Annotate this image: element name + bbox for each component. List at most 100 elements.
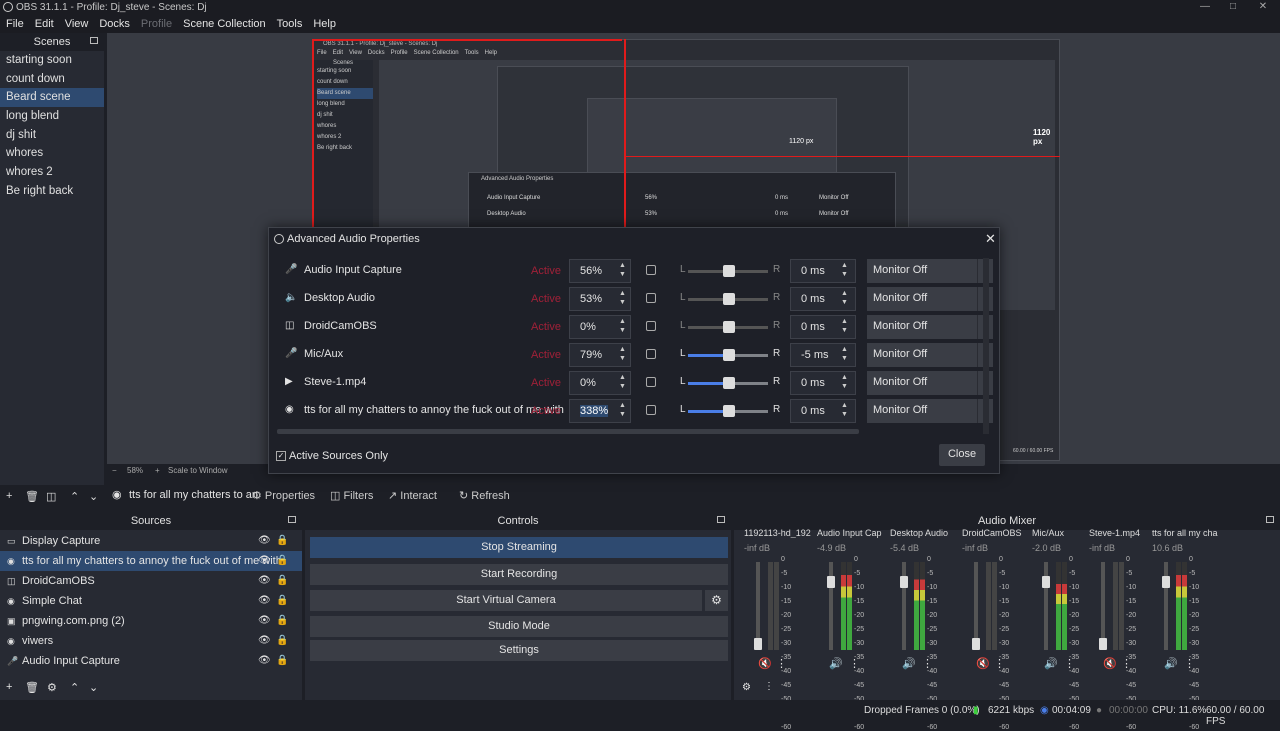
move-up-icon[interactable]: ⌃ bbox=[70, 490, 79, 503]
sync-spinner-icon[interactable]: ▲ ▼ bbox=[841, 401, 848, 419]
mono-checkbox[interactable] bbox=[646, 377, 656, 387]
volume-spinner-icon[interactable]: ▲ ▼ bbox=[619, 373, 626, 391]
undock-icon[interactable] bbox=[717, 516, 725, 523]
volume-track[interactable] bbox=[756, 562, 760, 650]
menu-tools[interactable]: Tools bbox=[277, 18, 303, 30]
scene-item-selected[interactable]: Beard scene bbox=[0, 88, 104, 108]
channel-menu-icon[interactable]: ⋮ bbox=[1184, 657, 1195, 670]
menu-view[interactable]: View bbox=[65, 18, 89, 30]
volume-fader[interactable] bbox=[900, 576, 908, 588]
visibility-eye-icon[interactable]: 👁 bbox=[258, 611, 271, 631]
move-down-icon[interactable]: ⌄ bbox=[89, 490, 98, 503]
mono-checkbox[interactable] bbox=[646, 405, 656, 415]
source-item[interactable]: 🎤 Audio Input Capture 👁 🔒 bbox=[0, 651, 302, 671]
muted-speaker-icon[interactable]: 🔇 bbox=[1103, 657, 1117, 670]
visibility-eye-icon[interactable]: 👁 bbox=[258, 591, 271, 611]
volume-spinner-icon[interactable]: ▲ ▼ bbox=[619, 289, 626, 307]
scene-item[interactable]: Be right back bbox=[0, 182, 104, 201]
volume-fader[interactable] bbox=[1162, 576, 1170, 588]
volume-fader[interactable] bbox=[827, 576, 835, 588]
channel-menu-icon[interactable]: ⋮ bbox=[1121, 657, 1132, 670]
sync-spinner-icon[interactable]: ▲ ▼ bbox=[841, 289, 848, 307]
balance-slider-handle[interactable] bbox=[723, 349, 735, 361]
lock-icon[interactable]: 🔒 bbox=[276, 591, 288, 611]
maximize-icon[interactable]: □ bbox=[1218, 0, 1248, 15]
close-button[interactable]: Close bbox=[939, 444, 985, 466]
dialog-close-icon[interactable]: ✕ bbox=[985, 231, 996, 247]
channel-menu-icon[interactable]: ⋮ bbox=[922, 657, 933, 670]
volume-spinner-icon[interactable]: ▲ ▼ bbox=[619, 261, 626, 279]
lock-icon[interactable]: 🔒 bbox=[276, 531, 288, 551]
active-only-checkbox[interactable]: ✓ bbox=[276, 451, 286, 461]
balance-slider-handle[interactable] bbox=[723, 321, 735, 333]
speaker-icon[interactable]: 🔊 bbox=[829, 657, 843, 670]
speaker-icon[interactable]: 🔊 bbox=[902, 657, 916, 670]
channel-menu-icon[interactable]: ⋮ bbox=[1064, 657, 1075, 670]
mono-checkbox[interactable] bbox=[646, 349, 656, 359]
volume-track[interactable] bbox=[974, 562, 978, 650]
mono-checkbox[interactable] bbox=[646, 265, 656, 275]
monitor-select[interactable]: Monitor Off▼ bbox=[867, 371, 993, 395]
zoom-in-icon[interactable]: + bbox=[155, 466, 160, 475]
volume-track[interactable] bbox=[1101, 562, 1105, 650]
close-window-icon[interactable]: ✕ bbox=[1248, 0, 1278, 15]
volume-spinner-icon[interactable]: ▲ ▼ bbox=[619, 401, 626, 419]
remove-scene-icon[interactable]: 🗑 bbox=[25, 490, 39, 503]
scene-item[interactable]: starting soon bbox=[0, 51, 104, 70]
filters-button[interactable]: ◫ Filters bbox=[330, 489, 373, 502]
mono-checkbox[interactable] bbox=[646, 321, 656, 331]
scene-item[interactable]: count down bbox=[0, 70, 104, 89]
volume-fader[interactable] bbox=[972, 638, 980, 650]
volume-fader[interactable] bbox=[1099, 638, 1107, 650]
studio-mode-button[interactable]: Studio Mode bbox=[310, 616, 728, 637]
scene-item[interactable]: dj shit bbox=[0, 126, 104, 145]
monitor-select[interactable]: Monitor Off▼ bbox=[867, 399, 993, 423]
source-item[interactable]: ◫ DroidCamOBS 👁 🔒 bbox=[0, 571, 302, 591]
sync-spinner-icon[interactable]: ▲ ▼ bbox=[841, 261, 848, 279]
channel-menu-icon[interactable]: ⋮ bbox=[849, 657, 860, 670]
source-item[interactable]: ▭ Display Capture 👁 🔒 bbox=[0, 531, 302, 551]
balance-slider-handle[interactable] bbox=[723, 293, 735, 305]
channel-menu-icon[interactable]: ⋮ bbox=[776, 657, 787, 670]
add-source-icon[interactable]: + bbox=[6, 681, 12, 693]
channel-menu-icon[interactable]: ⋮ bbox=[994, 657, 1005, 670]
sync-spinner-icon[interactable]: ▲ ▼ bbox=[841, 373, 848, 391]
monitor-select[interactable]: Monitor Off▼ bbox=[867, 287, 993, 311]
scale-mode-select[interactable]: Scale to Window bbox=[168, 466, 228, 475]
scene-item[interactable]: whores 2 bbox=[0, 163, 104, 182]
sync-spinner-icon[interactable]: ▲ ▼ bbox=[841, 317, 848, 335]
monitor-select[interactable]: Monitor Off▼ bbox=[867, 343, 993, 367]
scene-item[interactable]: whores bbox=[0, 144, 104, 163]
muted-speaker-icon[interactable]: 🔇 bbox=[758, 657, 772, 670]
scene-filters-icon[interactable]: ◫ bbox=[46, 490, 56, 503]
muted-speaker-icon[interactable]: 🔇 bbox=[976, 657, 990, 670]
move-down-icon[interactable]: ⌄ bbox=[89, 681, 98, 694]
virtual-camera-settings-icon[interactable]: ⚙ bbox=[705, 590, 728, 611]
lock-icon[interactable]: 🔒 bbox=[276, 571, 288, 591]
menu-edit[interactable]: Edit bbox=[35, 18, 54, 30]
lock-icon[interactable]: 🔒 bbox=[276, 651, 288, 671]
menu-file[interactable]: File bbox=[6, 18, 24, 30]
mixer-menu-icon[interactable]: ⋮ bbox=[764, 681, 774, 692]
lock-icon[interactable]: 🔒 bbox=[276, 631, 288, 651]
volume-fader[interactable] bbox=[1042, 576, 1050, 588]
speaker-icon[interactable]: 🔊 bbox=[1044, 657, 1058, 670]
monitor-select[interactable]: Monitor Off▼ bbox=[867, 259, 993, 283]
speaker-icon[interactable]: 🔊 bbox=[1164, 657, 1178, 670]
volume-spinner-icon[interactable]: ▲ ▼ bbox=[619, 317, 626, 335]
sync-spinner-icon[interactable]: ▲ ▼ bbox=[841, 345, 848, 363]
source-item[interactable]: ▣ pngwing.com.png (2) 👁 🔒 bbox=[0, 611, 302, 631]
menu-docks[interactable]: Docks bbox=[99, 18, 130, 30]
start-virtual-camera-button[interactable]: Start Virtual Camera bbox=[310, 590, 702, 611]
menu-scene-collection[interactable]: Scene Collection bbox=[183, 18, 266, 30]
horizontal-scrollbar[interactable] bbox=[277, 429, 859, 434]
monitor-select[interactable]: Monitor Off▼ bbox=[867, 315, 993, 339]
menu-profile[interactable]: Profile bbox=[141, 18, 172, 30]
balance-slider-handle[interactable] bbox=[723, 265, 735, 277]
add-scene-icon[interactable]: + bbox=[6, 490, 12, 502]
start-recording-button[interactable]: Start Recording bbox=[310, 564, 728, 585]
move-up-icon[interactable]: ⌃ bbox=[70, 681, 79, 694]
properties-button[interactable]: ⚙ Properties bbox=[252, 489, 315, 502]
balance-slider-handle[interactable] bbox=[723, 405, 735, 417]
stop-streaming-button[interactable]: Stop Streaming bbox=[310, 537, 728, 558]
